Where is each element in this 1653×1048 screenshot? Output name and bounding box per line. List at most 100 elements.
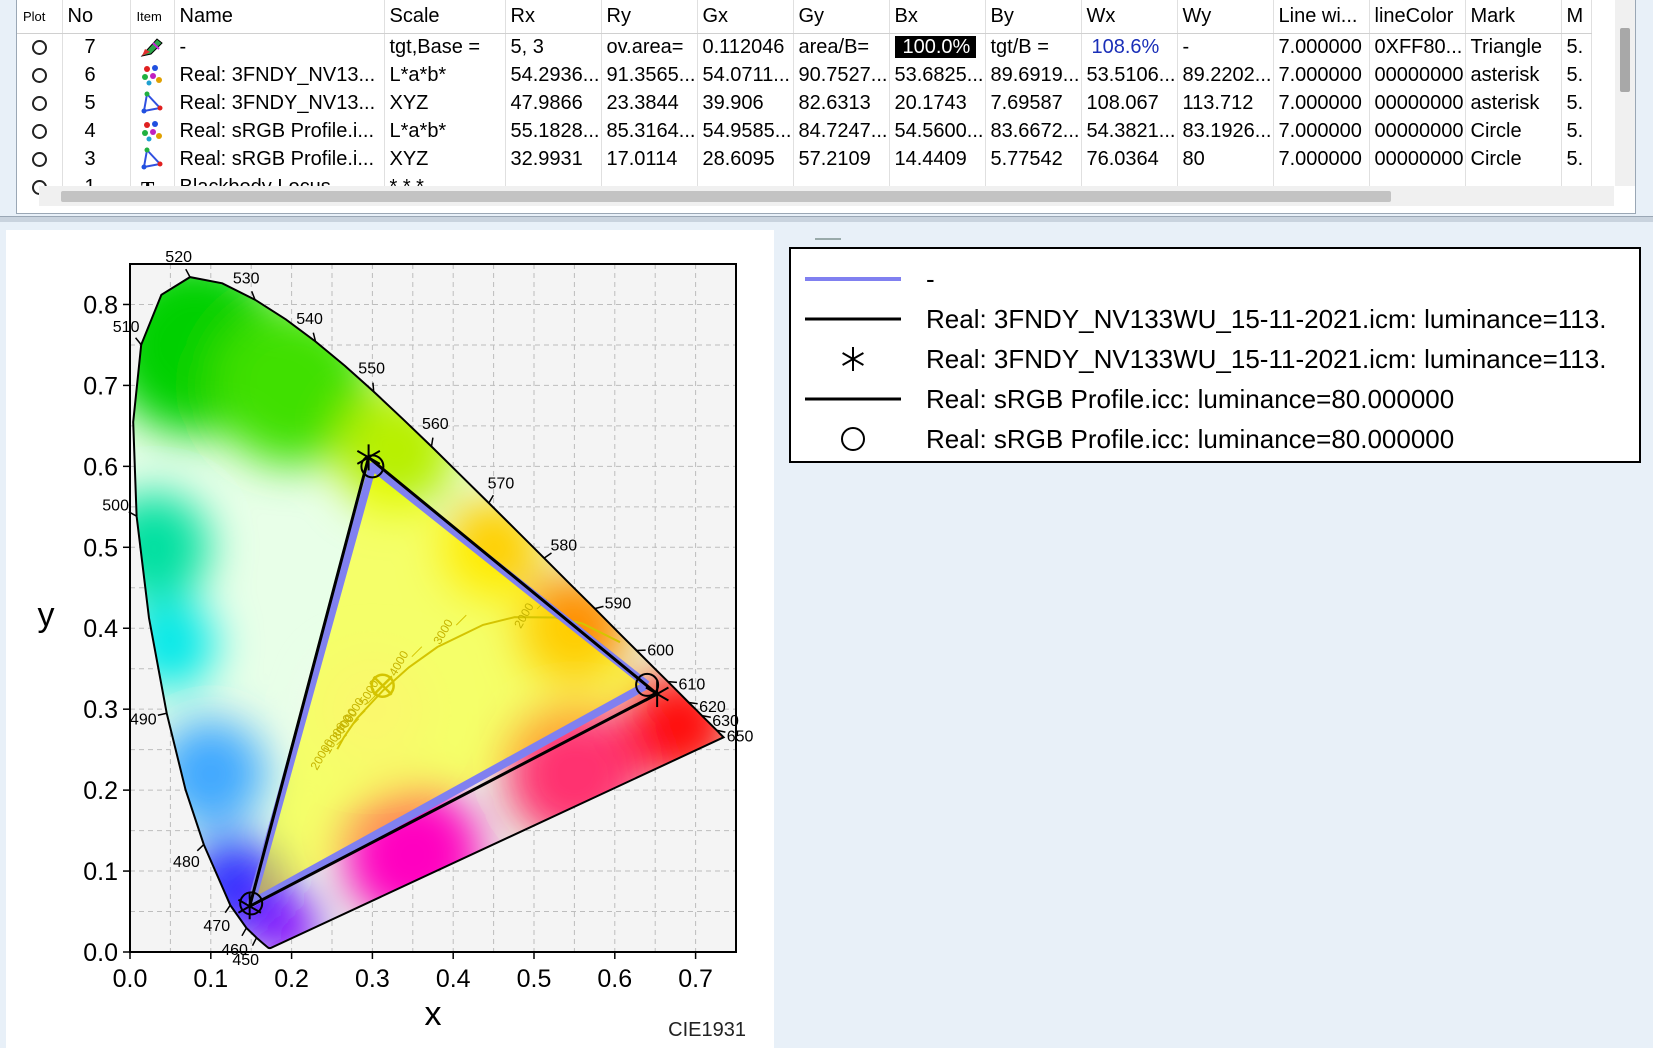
cell-mark[interactable]: asterisk [1465,61,1562,89]
legend-item[interactable]: Real: 3FNDY_NV133WU_15-11-2021.icm: lumi… [791,299,1639,339]
legend-handle[interactable] [815,238,841,240]
legend-item[interactable]: Real: sRGB Profile.icc: luminance=80.000… [791,419,1639,459]
item-type-cell[interactable] [130,61,175,89]
plot-radio[interactable] [31,123,47,139]
cell-rx[interactable]: 55.1828... [505,117,602,145]
column-header-mark[interactable]: Mark [1465,0,1562,34]
vertical-scroll-thumb[interactable] [1620,28,1630,92]
cell-gy[interactable]: 90.7527... [793,61,890,89]
plot-toggle[interactable] [17,117,63,145]
cell-wy[interactable]: 113.712 [1177,89,1274,117]
column-header-no[interactable]: No [62,0,131,34]
cell-wy[interactable]: 83.1926... [1177,117,1274,145]
column-header-gy[interactable]: Gy [793,0,890,34]
cell-wx[interactable]: 108.6% [1081,33,1178,61]
table-row[interactable]: 7 - tgt,Base = 5, 3 ov.area= 0.112046 area/B=… [17,33,1592,61]
item-type-cell[interactable] [130,89,175,117]
cell-ry[interactable]: 91.3565... [601,61,698,89]
cell-wx[interactable]: 108.067 [1081,89,1178,117]
cell-name[interactable]: Real: sRGB Profile.i... [174,117,385,145]
cell-mark[interactable]: Circle [1465,145,1562,173]
cell-by[interactable]: 89.6919... [985,61,1082,89]
table-row[interactable]: 6 Real: 3FNDY_NV13... L*a*b* 54.2936... 91.3… [17,61,1592,89]
column-header-wx[interactable]: Wx [1081,0,1178,34]
cell-by[interactable]: tgt/B = [985,33,1082,61]
cell-line-width[interactable]: 7.000000 [1273,61,1370,89]
cell-gy[interactable]: 82.6313 [793,89,890,117]
cell-gx[interactable]: 39.906 [697,89,794,117]
table-row[interactable]: 4 Real: sRGB Profile.i... L*a*b* 55.1828...… [17,117,1592,145]
cell-rx[interactable]: 47.9866 [505,89,602,117]
cell-wy[interactable]: - [1177,33,1274,61]
cell-wy[interactable]: 89.2202... [1177,61,1274,89]
cell-mark[interactable]: asterisk [1465,89,1562,117]
splitter[interactable] [0,216,1653,222]
column-header-by[interactable]: By [985,0,1082,34]
item-type-cell[interactable] [130,145,175,173]
cell-bx[interactable]: 54.5600... [889,117,986,145]
cell-line-color[interactable]: 00000000 [1369,61,1466,89]
cell-m[interactable]: 5. [1561,61,1592,89]
cell-name[interactable]: Real: sRGB Profile.i... [174,145,385,173]
cell-scale[interactable]: L*a*b* [384,61,506,89]
cell-line-color[interactable]: 0XFF80... [1369,33,1466,61]
plot-radio[interactable] [31,151,47,167]
table-row[interactable]: 3 Real: sRGB Profile.i... XYZ 32.9931 17.011… [17,145,1592,173]
cell-by[interactable]: 7.69587 [985,89,1082,117]
cell-scale[interactable]: tgt,Base = [384,33,506,61]
cell-scale[interactable]: XYZ [384,145,506,173]
table-row[interactable]: 5 Real: 3FNDY_NV13... XYZ 47.9866 23.3844 39.… [17,89,1592,117]
cell-bx[interactable]: 14.4409 [889,145,986,173]
cell-line-color[interactable]: 00000000 [1369,89,1466,117]
plot-toggle[interactable] [17,33,63,61]
cell-name[interactable]: Real: 3FNDY_NV13... [174,89,385,117]
cell-ry[interactable]: ov.area= [601,33,698,61]
cell-gx[interactable]: 54.9585... [697,117,794,145]
legend-item[interactable]: - [791,259,1639,299]
cell-wx[interactable]: 54.3821... [1081,117,1178,145]
item-type-cell[interactable] [130,33,175,61]
column-header-wy[interactable]: Wy [1177,0,1274,34]
horizontal-scrollbar[interactable] [39,186,1614,206]
cell-line-width[interactable]: 7.000000 [1273,117,1370,145]
plot-toggle[interactable] [17,89,63,117]
item-type-cell[interactable] [130,117,175,145]
cell-m[interactable]: 5. [1561,33,1592,61]
cell-mark[interactable]: Circle [1465,117,1562,145]
column-header-gx[interactable]: Gx [697,0,794,34]
legend-item[interactable]: Real: sRGB Profile.icc: luminance=80.000… [791,379,1639,419]
cell-m[interactable]: 5. [1561,145,1592,173]
cell-line-color[interactable]: 00000000 [1369,117,1466,145]
column-header-ry[interactable]: Ry [601,0,698,34]
cell-by[interactable]: 5.77542 [985,145,1082,173]
column-header-m[interactable]: M [1561,0,1592,34]
cell-ry[interactable]: 85.3164... [601,117,698,145]
cell-gx[interactable]: 54.0711... [697,61,794,89]
cell-name[interactable]: - [174,33,385,61]
plot-toggle[interactable] [17,61,63,89]
cell-wx[interactable]: 53.5106... [1081,61,1178,89]
cell-gx[interactable]: 28.6095 [697,145,794,173]
cell-m[interactable]: 5. [1561,89,1592,117]
cell-line-width[interactable]: 7.000000 [1273,89,1370,117]
cell-line-width[interactable]: 7.000000 [1273,33,1370,61]
column-header-item[interactable]: Item [130,0,175,34]
cell-bx[interactable]: 100.0% [889,33,986,61]
column-header-rx[interactable]: Rx [505,0,602,34]
plot-toggle[interactable] [17,145,63,173]
legend-item[interactable]: Real: 3FNDY_NV133WU_15-11-2021.icm: lumi… [791,339,1639,379]
plot-radio[interactable] [31,67,47,83]
cell-scale[interactable]: L*a*b* [384,117,506,145]
cell-by[interactable]: 83.6672... [985,117,1082,145]
cell-mark[interactable]: Triangle [1465,33,1562,61]
vertical-scrollbar[interactable] [1615,0,1635,186]
column-header-name[interactable]: Name [174,0,385,34]
cell-gx[interactable]: 0.112046 [697,33,794,61]
cell-wx[interactable]: 76.0364 [1081,145,1178,173]
cell-m[interactable]: 5. [1561,117,1592,145]
cell-name[interactable]: Real: 3FNDY_NV13... [174,61,385,89]
plot-radio[interactable] [31,95,47,111]
column-header-bx[interactable]: Bx [889,0,986,34]
cell-line-width[interactable]: 7.000000 [1273,145,1370,173]
cell-line-color[interactable]: 00000000 [1369,145,1466,173]
